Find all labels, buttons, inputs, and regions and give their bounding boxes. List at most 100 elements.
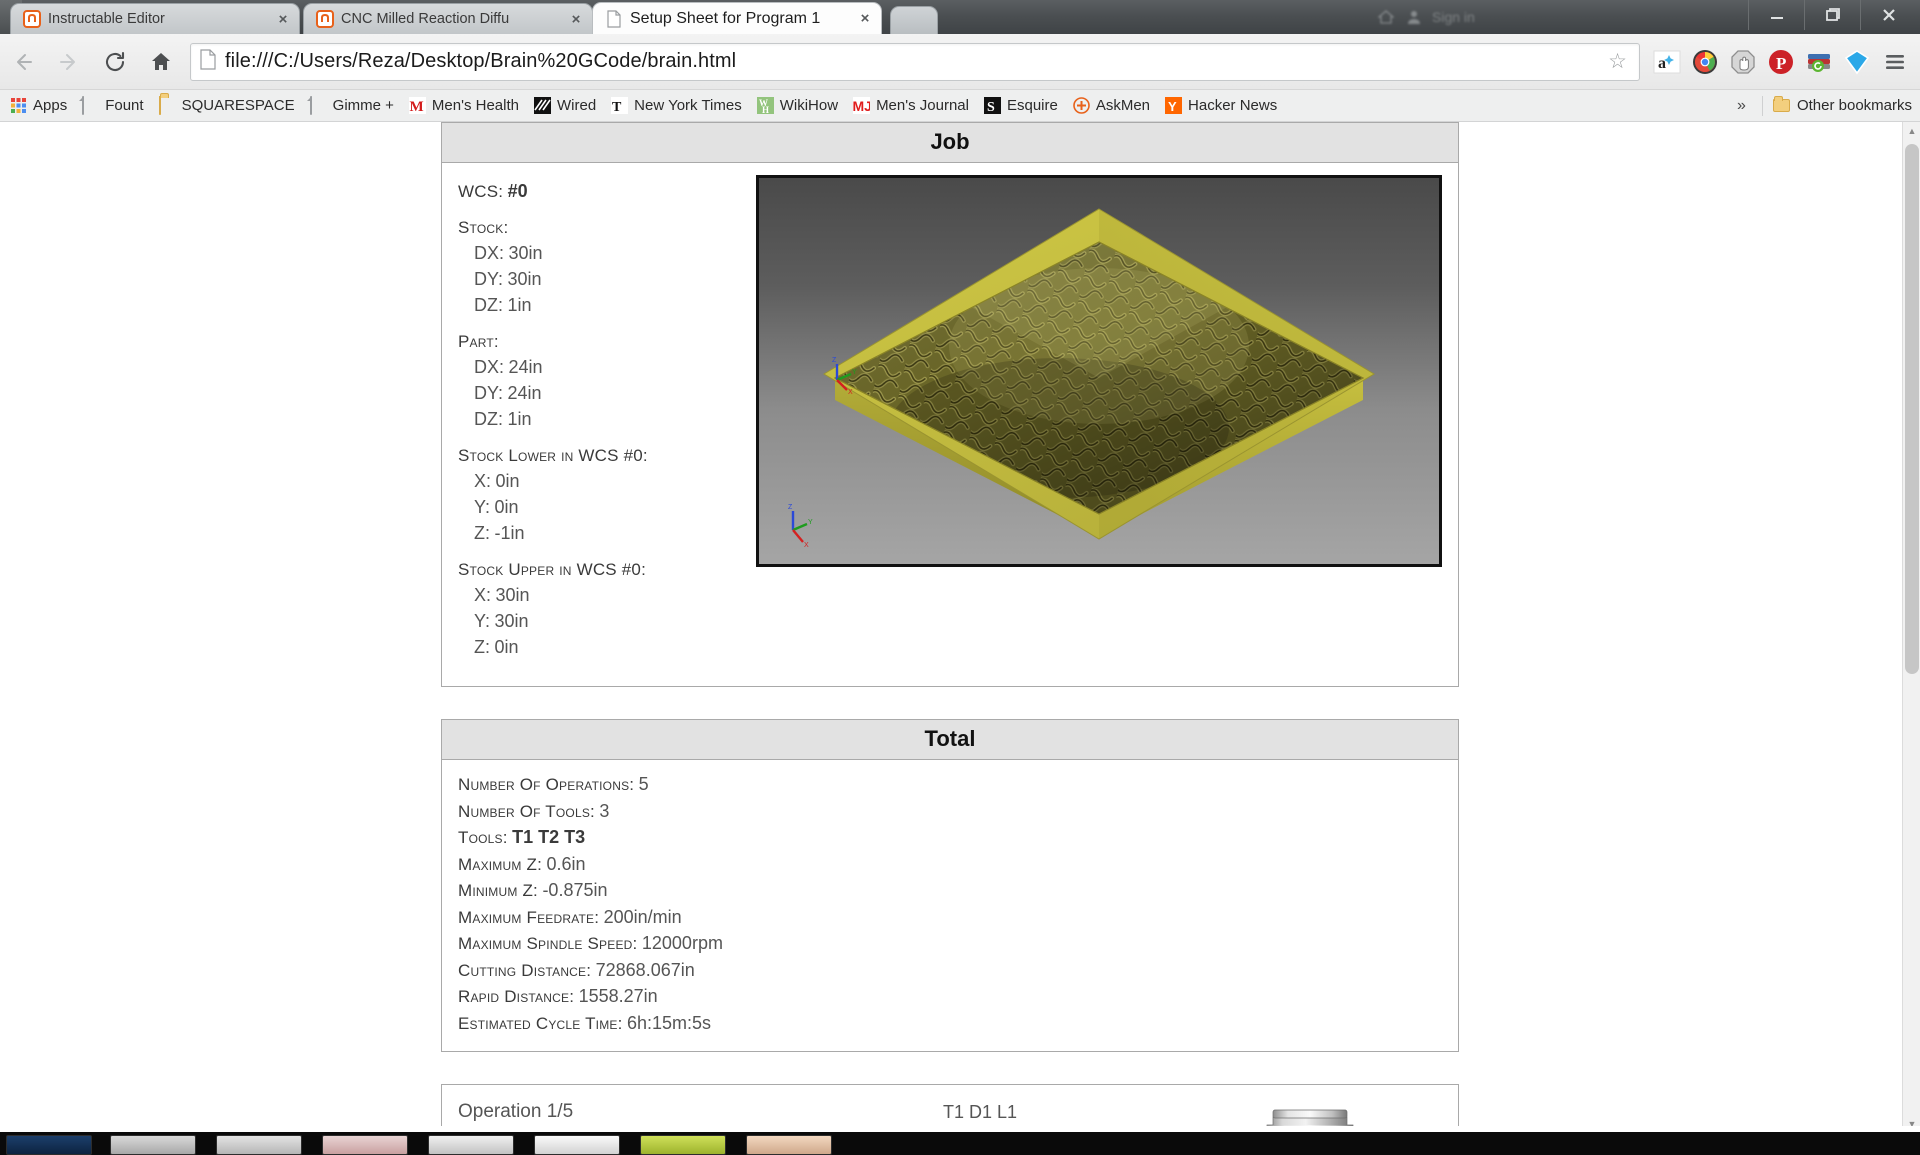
total-row: Maximum Z: 0.6in — [458, 852, 1442, 879]
taskbar-item[interactable] — [216, 1135, 302, 1155]
bookmark-label: Fount — [105, 97, 144, 114]
evernote-icon[interactable] — [1802, 45, 1836, 79]
instructables-icon — [23, 10, 41, 28]
row-label: Maximum Z: — [458, 854, 542, 874]
address-bar[interactable]: file:///C:/Users/Reza/Desktop/Brain%20GC… — [190, 42, 1640, 81]
row-label: Part: — [458, 332, 499, 351]
tab-close-icon[interactable]: × — [857, 10, 873, 27]
row-label: WCS: — [458, 182, 504, 201]
row-label: DX: — [474, 243, 505, 263]
bookmark-gimme[interactable]: Gimme + — [309, 96, 394, 115]
taskbar-item[interactable] — [428, 1135, 514, 1155]
svg-text:X: X — [848, 389, 853, 396]
url-text[interactable]: file:///C:/Users/Reza/Desktop/Brain%20GC… — [225, 50, 1608, 73]
job-stock-block: Stock: DX: 30in DY: 30in DZ: 1in — [458, 216, 756, 319]
row-value: 5 — [638, 774, 649, 794]
bookmark-hacker-news[interactable]: Y Hacker News — [1165, 97, 1277, 114]
row-value: 3 — [599, 800, 610, 821]
stock-dx-row: DX: 30in — [458, 241, 756, 267]
operation-title: Operation 1/5 — [458, 1101, 574, 1122]
tab-label: Instructable Editor — [48, 11, 165, 27]
reload-button[interactable] — [92, 39, 138, 85]
bookmark-label: Men's Health — [431, 97, 519, 114]
chrome-colors-icon[interactable] — [1688, 45, 1722, 79]
bookmark-star-icon[interactable]: ☆ — [1608, 49, 1627, 74]
row-label: X: — [474, 471, 492, 491]
bookmarks-overflow-button[interactable]: » — [1737, 97, 1746, 115]
bookmark-mens-journal[interactable]: MJ Men's Journal — [853, 97, 969, 114]
row-label: Y: — [474, 611, 491, 631]
maximize-button[interactable] — [1804, 0, 1860, 30]
svg-text:M: M — [409, 99, 423, 114]
stock-lower-z-row: Z: -1in — [458, 521, 756, 547]
stock-upper-x-row: X: 30in — [458, 583, 756, 609]
total-panel: Total Number Of Operations: 5 Number Of … — [441, 719, 1459, 1052]
scrollbar-thumb[interactable] — [1905, 144, 1919, 674]
bookmark-wired[interactable]: Wired — [534, 97, 596, 114]
bookmark-new-york-times[interactable]: T New York Times — [611, 97, 742, 115]
browser-window: Sign in Instructable Editor × CNC Milled… — [0, 0, 1920, 1155]
row-label: Stock Lower in WCS #0: — [458, 446, 648, 465]
stock-upper-y-row: Y: 30in — [458, 609, 756, 635]
taskbar-item[interactable] — [534, 1135, 620, 1155]
bookmark-label: Esquire — [1006, 97, 1058, 114]
taskbar-item[interactable] — [746, 1135, 832, 1155]
bookmarks-bar: Apps Fount SQUARESPACE Gimme + M Men's H… — [0, 90, 1920, 122]
row-label: Minimum Z: — [458, 881, 538, 900]
bookmark-esquire[interactable]: S Esquire — [983, 97, 1058, 115]
total-row: Tools: T1 T2 T3 — [458, 825, 1442, 852]
world-axis-marker: Z Y X — [788, 504, 813, 549]
stock-dz-row: DZ: 1in — [458, 293, 756, 319]
bookmark-mens-health[interactable]: M Men's Health — [408, 97, 519, 115]
bookmark-fount[interactable]: Fount — [82, 96, 144, 115]
new-tab-button[interactable] — [890, 6, 938, 34]
svg-text:P: P — [1776, 54, 1786, 73]
wired-icon — [534, 97, 551, 114]
taskbar-item[interactable] — [110, 1135, 196, 1155]
tab-setup-sheet[interactable]: Setup Sheet for Program 1 × — [592, 2, 882, 34]
bookmark-askmen[interactable]: AskMen — [1073, 97, 1150, 114]
svg-text:Z: Z — [788, 504, 793, 511]
row-value: 0in — [494, 497, 519, 517]
minimize-button[interactable] — [1748, 0, 1804, 30]
bookmark-wikihow[interactable]: WH WikiHow — [756, 97, 838, 115]
page-scrollbar[interactable]: ▲ ▼ — [1902, 122, 1920, 1132]
job-panel-title: Job — [442, 123, 1458, 163]
back-button[interactable] — [0, 39, 46, 85]
adblock-hand-icon[interactable] — [1726, 45, 1760, 79]
bookmarks-right-group: » Other bookmarks — [1737, 95, 1912, 116]
tab-close-icon[interactable]: × — [568, 11, 584, 28]
tab-close-icon[interactable]: × — [275, 11, 291, 28]
chrome-menu-icon[interactable] — [1878, 45, 1912, 79]
forward-button[interactable] — [46, 39, 92, 85]
row-value: 0in — [494, 637, 519, 657]
row-value: 30in — [495, 585, 530, 605]
page-icon — [82, 96, 99, 115]
close-button[interactable] — [1860, 0, 1916, 30]
stock-render-svg: Z Y X Z Y X — [788, 208, 1375, 549]
pinterest-icon[interactable]: P — [1764, 45, 1798, 79]
scroll-up-arrow-icon[interactable]: ▲ — [1903, 122, 1920, 139]
taskbar-item[interactable] — [322, 1135, 408, 1155]
row-label: DZ: — [474, 295, 503, 315]
stock-upper-z-row: Z: 0in — [458, 635, 756, 661]
tab-cnc-milled-reaction-diffusion[interactable]: CNC Milled Reaction Diffu × — [303, 3, 593, 34]
row-label: Maximum Feedrate: — [458, 907, 600, 927]
tab-instructable-editor[interactable]: Instructable Editor × — [10, 3, 300, 34]
total-row: Number Of Operations: 5 — [458, 772, 1442, 799]
bookmark-squarespace[interactable]: SQUARESPACE — [158, 96, 295, 115]
bookmark-label: Apps — [33, 97, 68, 114]
stock-lower-heading: Stock Lower in WCS #0: — [458, 444, 756, 469]
bookmark-apps[interactable]: Apps — [10, 97, 67, 114]
amazon-icon[interactable]: a — [1650, 45, 1684, 79]
row-value: T1 T2 T3 — [512, 827, 586, 847]
taskbar-item[interactable] — [640, 1135, 726, 1155]
row-value: 0in — [495, 471, 520, 491]
other-bookmarks-label[interactable]: Other bookmarks — [1797, 97, 1912, 114]
taskbar-item[interactable] — [6, 1135, 92, 1155]
job-wcs-row: WCS: #0 — [458, 179, 756, 205]
row-label: Z: — [474, 637, 490, 657]
home-button[interactable] — [138, 39, 184, 85]
yandex-icon[interactable] — [1840, 45, 1874, 79]
